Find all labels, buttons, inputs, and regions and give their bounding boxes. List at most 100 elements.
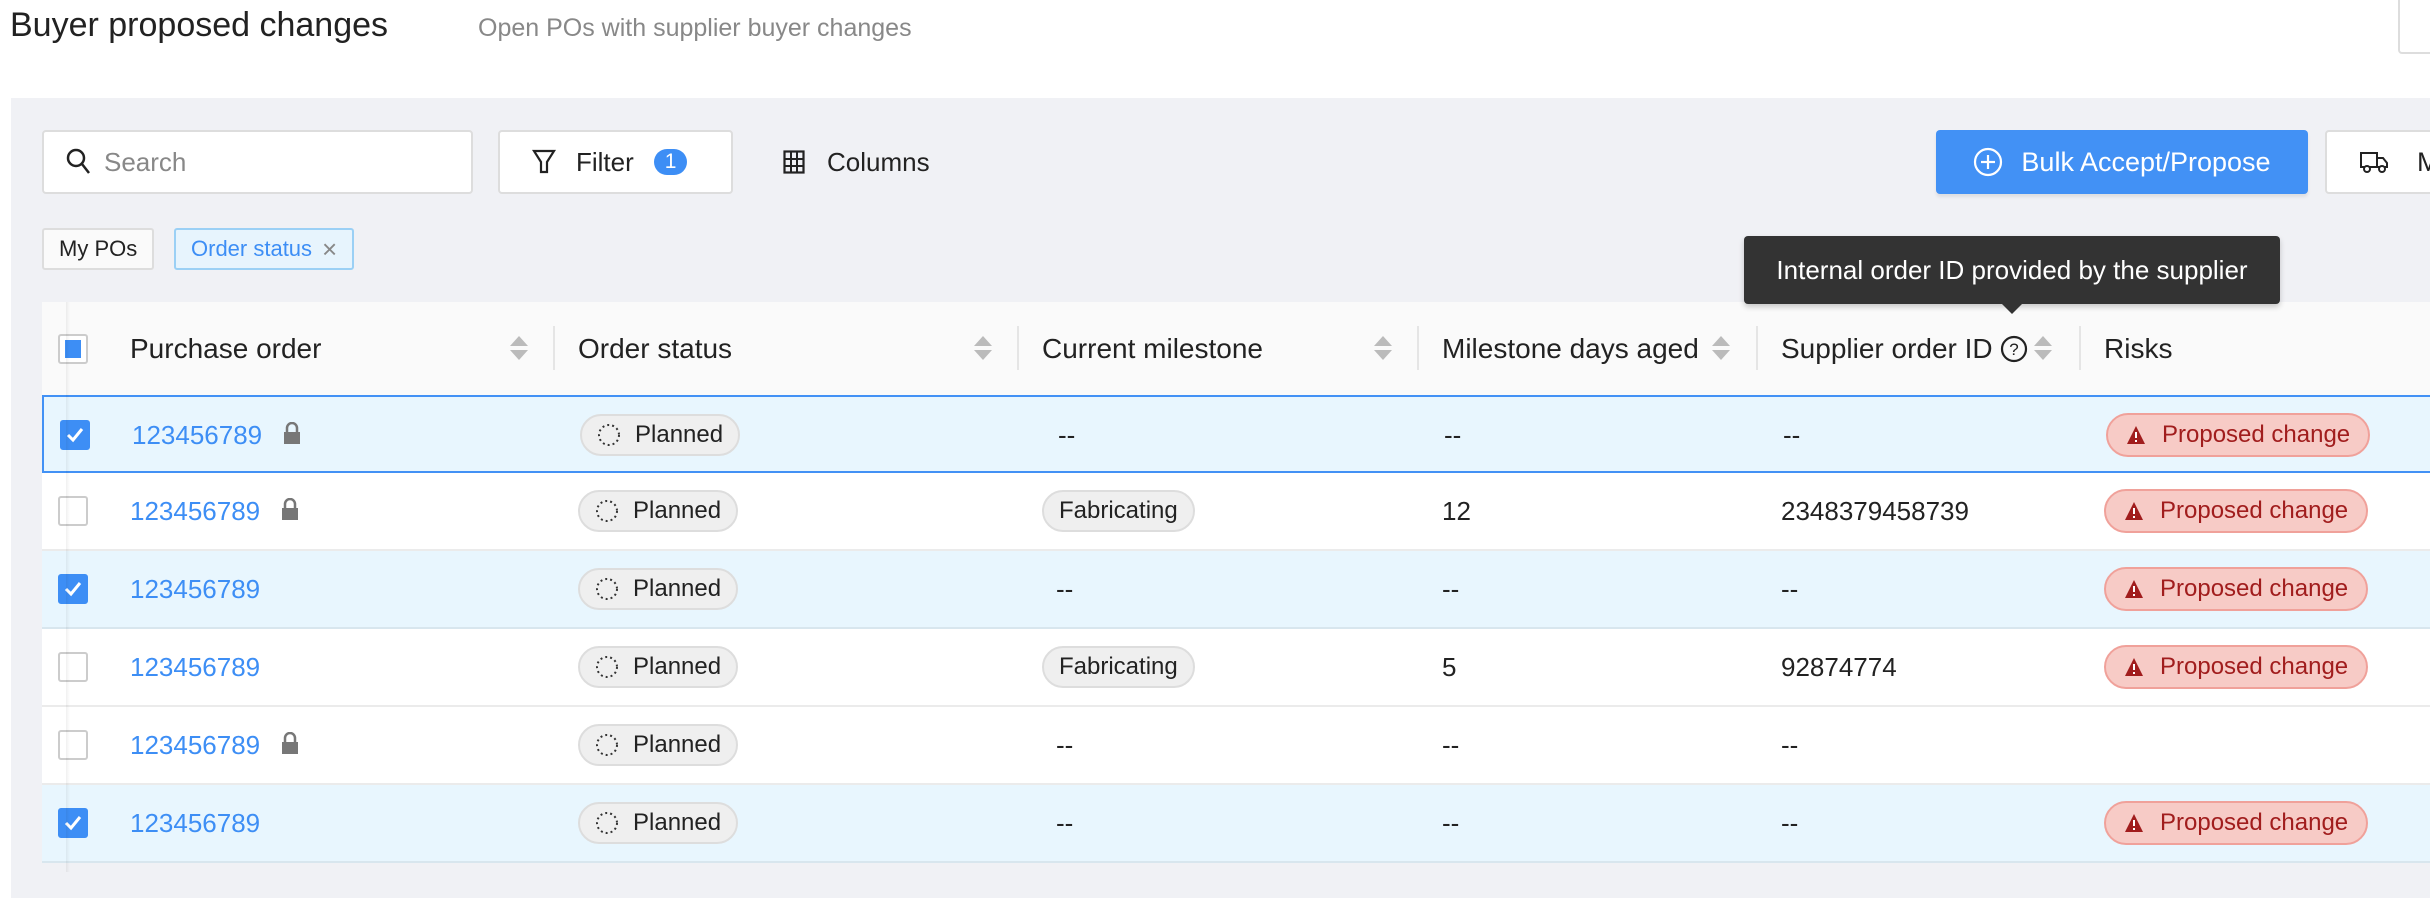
sort-icon[interactable]	[2034, 336, 2052, 360]
planned-status-icon	[596, 812, 618, 834]
filter-icon	[532, 149, 556, 174]
order-status-label: Planned	[633, 575, 722, 602]
help-icon[interactable]: ?	[2000, 302, 2028, 395]
chip-label: My POs	[59, 236, 138, 261]
plus-circle-icon	[1974, 147, 2003, 177]
columns-label: Columns	[827, 146, 930, 177]
risk-label: Proposed change	[2160, 575, 2349, 602]
purchase-order-link[interactable]: 123456789	[130, 730, 260, 761]
truck-icon	[2360, 152, 2388, 173]
milestone-days-aged: --	[1442, 807, 1460, 838]
order-status-pill: Planned	[578, 646, 739, 688]
column-header-risks[interactable]: Risks	[2104, 302, 2172, 395]
planned-status-icon	[598, 424, 620, 446]
close-icon[interactable]: ×	[322, 234, 337, 265]
search-input[interactable]: Search	[42, 130, 473, 194]
warning-icon	[2125, 502, 2143, 520]
tooltip: Internal order ID provided by the suppli…	[1744, 236, 2280, 314]
top-right-button[interactable]	[2398, 0, 2430, 54]
order-status-label: Planned	[633, 731, 722, 758]
milestone-days-aged: --	[1444, 419, 1462, 450]
page-subtitle: Open POs with supplier buyer changes	[478, 14, 912, 42]
table-row[interactable]: 123456789 Planned -- -- --	[42, 707, 2430, 785]
purchase-order-link[interactable]: 123456789	[130, 574, 260, 605]
shipment-button[interactable]: M	[2325, 130, 2430, 194]
row-checkbox[interactable]	[58, 496, 88, 526]
risk-badge[interactable]: Proposed change	[2104, 801, 2369, 845]
column-header-current-milestone[interactable]: Current milestone	[1042, 302, 1263, 395]
bulk-accept-propose-button[interactable]: Bulk Accept/Propose	[1936, 130, 2308, 194]
table-row[interactable]: 123456789 Planned Fabricating 12 2348379…	[42, 473, 2430, 551]
order-status-label: Planned	[633, 653, 722, 680]
order-status-pill: Planned	[578, 724, 739, 766]
column-header-order-status[interactable]: Order status	[578, 302, 732, 395]
milestone-days-aged: --	[1442, 729, 1460, 760]
current-milestone: --	[1056, 573, 1074, 604]
order-status-pill: Planned	[580, 414, 741, 456]
risk-badge[interactable]: Proposed change	[2104, 645, 2369, 689]
chip-my-pos[interactable]: My POs	[42, 228, 155, 270]
risk-badge[interactable]: Proposed change	[2106, 413, 2371, 457]
columns-button[interactable]: Columns	[783, 130, 930, 194]
svg-text:?: ?	[2009, 340, 2018, 359]
column-header-milestone-days-aged[interactable]: Milestone days aged	[1442, 302, 1699, 395]
bulk-label: Bulk Accept/Propose	[2021, 146, 2271, 177]
milestone-pill: Fabricating	[1042, 490, 1195, 532]
filter-count-badge: 1	[653, 149, 688, 175]
supplier-order-id: --	[1781, 729, 1799, 760]
sort-icon[interactable]	[510, 336, 528, 360]
purchase-order-link[interactable]: 123456789	[132, 420, 262, 451]
milestone-days-aged: 5	[1442, 651, 1457, 682]
row-checkbox[interactable]	[58, 574, 88, 604]
shipment-label: M	[2417, 146, 2430, 177]
search-placeholder: Search	[104, 146, 187, 177]
purchase-order-link[interactable]: 123456789	[130, 808, 260, 839]
planned-status-icon	[596, 500, 618, 522]
table-row[interactable]: 123456789 Planned -- -- -- Proposed chan…	[42, 551, 2430, 629]
risk-label: Proposed change	[2160, 497, 2349, 524]
select-all-checkbox[interactable]	[58, 333, 88, 364]
warning-icon	[2125, 814, 2143, 832]
warning-icon	[2125, 658, 2143, 676]
warning-icon	[2125, 580, 2143, 598]
row-checkbox[interactable]	[58, 730, 88, 760]
planned-status-icon	[596, 656, 618, 678]
milestone-days-aged: 12	[1442, 495, 1471, 526]
search-icon	[66, 148, 90, 174]
risk-label: Proposed change	[2160, 653, 2349, 680]
supplier-order-id: --	[1783, 419, 1801, 450]
milestone-days-aged: --	[1442, 573, 1460, 604]
row-checkbox[interactable]	[58, 808, 88, 838]
milestone-label: Fabricating	[1059, 653, 1178, 680]
sort-icon[interactable]	[974, 336, 992, 360]
row-checkbox[interactable]	[58, 652, 88, 682]
lock-icon	[280, 496, 300, 527]
row-checkbox[interactable]	[60, 420, 90, 450]
risk-label: Proposed change	[2162, 421, 2351, 448]
table-row[interactable]: 123456789 Planned Fabricating 5 92874774…	[42, 629, 2430, 707]
supplier-order-id: 2348379458739	[1781, 495, 1969, 526]
table-row[interactable]: 123456789 Planned -- -- -- Proposed chan…	[42, 785, 2430, 863]
sticky-column-shadow	[66, 302, 70, 872]
current-milestone: --	[1056, 807, 1074, 838]
risk-badge[interactable]: Proposed change	[2104, 567, 2369, 611]
warning-icon	[2127, 426, 2145, 444]
lock-icon	[280, 730, 300, 761]
milestone-pill: Fabricating	[1042, 646, 1195, 688]
risk-badge[interactable]: Proposed change	[2104, 489, 2369, 533]
table-row[interactable]: 123456789 Planned -- -- -- Proposed chan…	[42, 395, 2430, 473]
lock-icon	[282, 420, 302, 451]
sort-icon[interactable]	[1374, 336, 1392, 360]
sort-icon[interactable]	[1712, 336, 1730, 360]
chip-order-status[interactable]: Order status ×	[174, 228, 355, 270]
supplier-order-id: --	[1781, 807, 1799, 838]
purchase-order-link[interactable]: 123456789	[130, 652, 260, 683]
order-status-label: Planned	[633, 809, 722, 836]
order-status-label: Planned	[633, 497, 722, 524]
filter-button[interactable]: Filter 1	[498, 130, 733, 194]
column-header-supplier-order-id[interactable]: Supplier order ID	[1781, 302, 1993, 395]
columns-icon	[783, 150, 805, 174]
purchase-order-link[interactable]: 123456789	[130, 496, 260, 527]
column-header-purchase-order[interactable]: Purchase order	[130, 302, 321, 395]
order-status-pill: Planned	[578, 802, 739, 844]
